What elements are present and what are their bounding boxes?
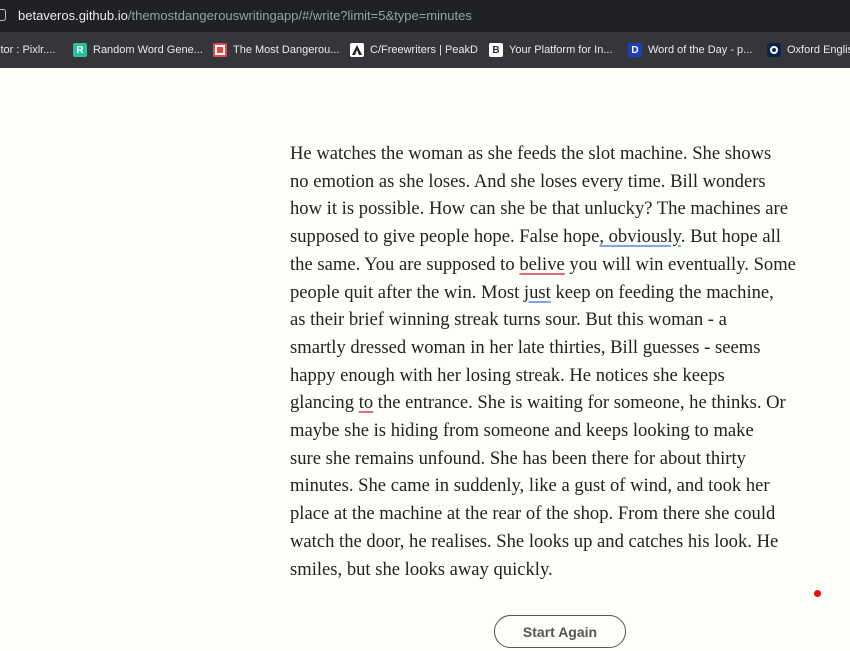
- bookmark-item[interactable]: itor : Pixlr....: [0, 41, 55, 59]
- essay-line: minutes. She came in suddenly, like a gu…: [290, 475, 770, 497]
- essay-line: people quit after the win. Most just kee…: [290, 281, 774, 303]
- bookmark-label: Oxford English D...: [787, 44, 850, 56]
- bookmark-item[interactable]: The Most Dangerou...: [213, 41, 339, 59]
- essay-line: happy enough with her losing streak. He …: [290, 364, 725, 386]
- writing-area: He watches the woman as she feeds the sl…: [0, 68, 850, 651]
- bookmarks-bar: itor : Pixlr.... R Random Word Gene... The …: [0, 32, 850, 68]
- spelling-error-word[interactable]: to: [359, 392, 373, 413]
- bookmark-label: itor : Pixlr....: [0, 44, 56, 56]
- essay-line: smiles, but she looks away quickly.: [290, 558, 553, 580]
- essay-line: the same. You are supposed to belive you…: [290, 253, 796, 275]
- site-info-icon[interactable]: [0, 9, 6, 21]
- essay-line: sure she remains unfound. She has been t…: [290, 447, 746, 469]
- essay-line: place at the machine at the rear of the …: [290, 503, 776, 525]
- oxford-logo-icon: [767, 43, 781, 57]
- essay-line: He watches the woman as she feeds the sl…: [290, 143, 772, 164]
- square-logo-icon: [213, 43, 227, 57]
- essay-text[interactable]: He watches the woman as she feeds the sl…: [290, 140, 835, 583]
- bookmark-item[interactable]: B Your Platform for In...: [489, 41, 613, 59]
- bookmark-item[interactable]: D Word of the Day - p...: [628, 41, 752, 59]
- bookmark-item[interactable]: C/Freewriters | PeakD: [350, 41, 478, 59]
- spelling-error-word[interactable]: belive: [519, 254, 564, 275]
- bookmark-item[interactable]: Oxford English D...: [767, 41, 850, 59]
- essay-line: supposed to give people hope. False hope…: [290, 226, 781, 248]
- url-text[interactable]: betaveros.github.io/themostdangerouswrit…: [18, 8, 472, 23]
- bookmark-label: Random Word Gene...: [93, 44, 203, 56]
- essay-line: as their brief winning streak turns sour…: [290, 309, 727, 331]
- peakd-logo-icon: [350, 43, 364, 57]
- start-again-button[interactable]: Start Again: [494, 615, 626, 648]
- url-path: /themostdangerouswritingapp/#/write?limi…: [127, 8, 472, 23]
- essay-line: smartly dressed woman in her late thirti…: [290, 336, 761, 358]
- bookmark-label: Word of the Day - p...: [648, 44, 753, 56]
- bookmark-label: C/Freewriters | PeakD: [370, 44, 478, 56]
- d-logo-icon: D: [628, 43, 642, 57]
- address-bar[interactable]: betaveros.github.io/themostdangerouswrit…: [0, 0, 850, 32]
- bookmark-label: The Most Dangerou...: [233, 44, 340, 56]
- b-logo-icon: B: [489, 43, 503, 57]
- essay-line: glancing to the entrance. She is waiting…: [290, 392, 786, 414]
- grammar-suggestion-word[interactable]: just: [524, 282, 551, 303]
- essay-line: no emotion as she loses. And she loses e…: [290, 170, 766, 192]
- bookmark-label: Your Platform for In...: [509, 44, 613, 56]
- grammar-suggestion-word[interactable]: , obviously: [599, 226, 680, 247]
- r-logo-icon: R: [73, 43, 87, 57]
- essay-line: maybe she is hiding from someone and kee…: [290, 420, 754, 442]
- url-host: betaveros.github.io: [18, 8, 128, 23]
- bookmark-item[interactable]: R Random Word Gene...: [73, 41, 203, 59]
- essay-line: watch the door, he realises. She looks u…: [290, 530, 779, 552]
- recording-dot-icon: [814, 590, 821, 597]
- essay-line: how it is possible. How can she be that …: [290, 198, 788, 220]
